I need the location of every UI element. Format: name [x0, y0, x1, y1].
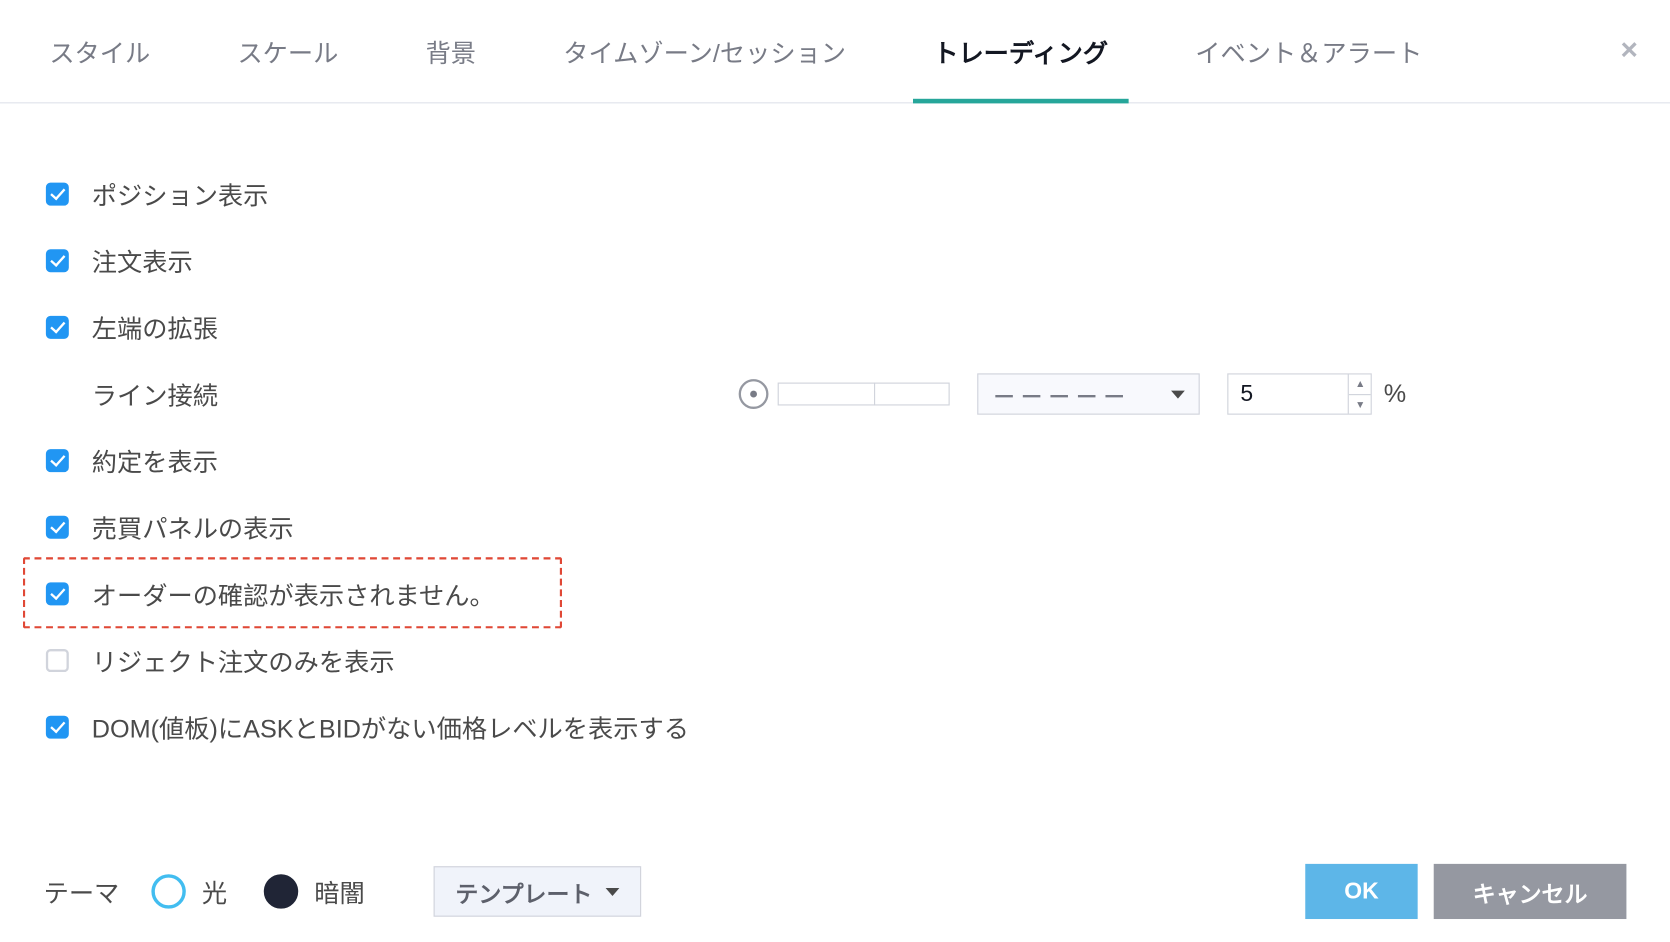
- line-style-preview: －－－－－: [993, 377, 1172, 410]
- option-label: 売買パネルの表示: [92, 509, 294, 546]
- checkbox-cell: [46, 249, 92, 272]
- line-extend-percent: 5▲▼%: [1228, 373, 1406, 414]
- cancel-button[interactable]: キャンセル: [1434, 864, 1627, 919]
- option-label: 注文表示: [92, 242, 193, 279]
- option-label: DOM(値板)にASKとBIDがない価格レベルを表示する: [92, 709, 689, 746]
- trading-options-panel: ポジション表示注文表示左端の拡張ライン接続 －－－－－ 5▲▼% 約定を表示売買パネル…: [0, 103, 1670, 777]
- tab-4[interactable]: トレーディング: [913, 1, 1129, 102]
- percent-value: 5: [1229, 375, 1348, 414]
- option-row-7: リジェクト注文のみを表示: [46, 633, 1624, 688]
- ok-button[interactable]: OK: [1305, 864, 1417, 919]
- tab-1[interactable]: スケール: [217, 1, 359, 102]
- theme-light-label: 光: [202, 873, 227, 910]
- checkbox-cell: [46, 516, 92, 539]
- option-row-5: 売買パネルの表示: [46, 500, 1624, 555]
- option-label: 約定を表示: [92, 442, 218, 479]
- template-dropdown[interactable]: テンプレート: [434, 866, 642, 917]
- checkbox-cell: [46, 649, 92, 672]
- option-row-8: DOM(値板)にASKとBIDがない価格レベルを表示する: [46, 700, 1624, 755]
- checkbox[interactable]: [46, 716, 69, 739]
- chevron-down-icon: [1172, 390, 1186, 398]
- checkbox[interactable]: [46, 516, 69, 539]
- checkbox[interactable]: [46, 582, 69, 605]
- theme-label: テーマ: [44, 873, 120, 910]
- option-label: ポジション表示: [92, 176, 269, 213]
- checkbox[interactable]: [46, 249, 69, 272]
- option-row-1: 注文表示: [46, 233, 1624, 288]
- checkbox-cell: [46, 316, 92, 339]
- step-up-icon[interactable]: ▲: [1349, 375, 1371, 394]
- option-row-2: 左端の拡張: [46, 300, 1624, 355]
- checkbox-cell: [46, 716, 92, 739]
- template-label: テンプレート: [455, 875, 592, 908]
- tab-0[interactable]: スタイル: [29, 1, 171, 102]
- option-row-0: ポジション表示: [46, 167, 1624, 222]
- checkbox[interactable]: [46, 183, 69, 206]
- tab-5[interactable]: イベント＆アラート: [1175, 1, 1443, 102]
- theme-group: テーマ 光 暗闇: [44, 873, 386, 910]
- theme-dark-label: 暗闇: [314, 873, 364, 910]
- close-icon[interactable]: ×: [1620, 34, 1637, 64]
- option-row-6: オーダーの確認が表示されません。: [46, 566, 1624, 621]
- theme-radio-light[interactable]: [151, 874, 185, 908]
- dialog-footer: テーマ 光 暗闇 テンプレート OK キャンセル: [0, 864, 1670, 919]
- step-down-icon[interactable]: ▼: [1349, 393, 1371, 413]
- option-row-4: 約定を表示: [46, 433, 1624, 488]
- option-label: リジェクト注文のみを表示: [92, 642, 395, 679]
- theme-radio-dark[interactable]: [264, 874, 298, 908]
- tab-2[interactable]: 背景: [405, 1, 497, 102]
- option-label: 左端の拡張: [92, 309, 218, 346]
- checkbox[interactable]: [46, 316, 69, 339]
- line-style-select[interactable]: －－－－－: [978, 373, 1201, 414]
- line-width-slider[interactable]: [778, 383, 950, 406]
- settings-tabs: スタイルスケール背景タイムゾーン/セッショントレーディングイベント＆アラート ×: [0, 0, 1670, 103]
- checkbox-cell: [46, 449, 92, 472]
- checkbox-cell: [46, 183, 92, 206]
- option-label: ライン接続: [92, 376, 218, 413]
- tab-3[interactable]: タイムゾーン/セッション: [543, 1, 867, 102]
- line-controls: －－－－－ 5▲▼%: [739, 373, 1624, 414]
- percent-input[interactable]: 5▲▼: [1228, 373, 1373, 414]
- checkbox[interactable]: [46, 449, 69, 472]
- checkbox-cell: [46, 582, 92, 605]
- option-row-3: ライン接続 －－－－－ 5▲▼%: [46, 366, 1624, 421]
- checkbox[interactable]: [46, 649, 69, 672]
- line-color-swatch[interactable]: [739, 379, 769, 409]
- option-label: オーダーの確認が表示されません。: [92, 576, 495, 613]
- percent-unit: %: [1384, 379, 1406, 409]
- line-color-width: [739, 379, 950, 409]
- chevron-down-icon: [606, 887, 620, 895]
